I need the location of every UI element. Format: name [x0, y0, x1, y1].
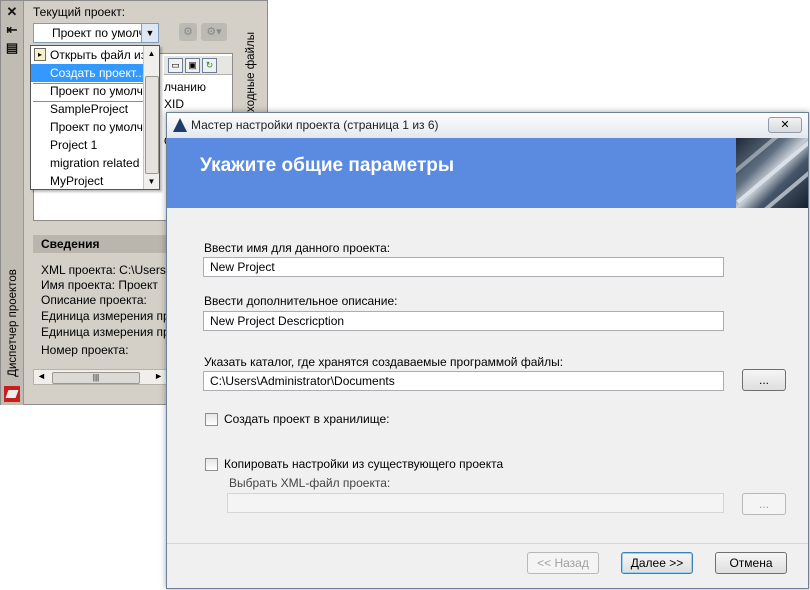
project-name-label: Ввести имя для данного проекта: [204, 241, 391, 255]
details-header: Сведения [33, 235, 167, 253]
project-setup-wizard-dialog: Мастер настройки проекта (страница 1 из … [166, 112, 809, 589]
browse-xml-button[interactable]: ... [742, 493, 786, 515]
details-body: XML проекта: C:\Users Имя проекта: Проек… [33, 255, 167, 367]
scroll-left-icon[interactable]: ◄ [37, 371, 46, 381]
description-label: Ввести дополнительное описание: [204, 294, 398, 308]
banner-image [736, 138, 808, 208]
xml-file-input[interactable] [227, 493, 724, 513]
tree-toolbar: ▭ ▣ ↻ [164, 56, 232, 75]
palette-title: Диспетчер проектов [7, 269, 19, 377]
back-button[interactable]: << Назад [527, 552, 599, 574]
vault-checkbox[interactable] [205, 413, 218, 426]
properties-icon[interactable]: ▤ [4, 40, 20, 56]
scroll-down-icon[interactable]: ▼ [144, 174, 159, 189]
app-logo-icon [4, 386, 20, 402]
dropdown-item-open-file[interactable]: ▸ Открыть файл из [31, 46, 143, 64]
footer-divider [167, 543, 808, 544]
wizard-banner: Укажите общие параметры [167, 138, 808, 208]
next-button[interactable]: Далее >> [621, 552, 693, 574]
current-project-combobox[interactable]: Проект по умолч ▼ [33, 23, 159, 43]
folder-label: Указать каталог, где хранятся создаваемы… [204, 355, 564, 369]
copy-icon[interactable]: ▣ [185, 58, 200, 73]
close-icon[interactable]: ✕ [4, 4, 20, 20]
close-button[interactable]: ✕ [768, 117, 802, 133]
dropdown-item[interactable]: Проект по умолч [31, 118, 143, 136]
description-input[interactable]: New Project Descricption [203, 311, 724, 331]
copy-settings-label[interactable]: Копировать настройки из существующего пр… [224, 457, 503, 471]
dropdown-item[interactable]: Project 1 [31, 136, 143, 154]
current-project-value: Проект по умолч [52, 26, 144, 40]
detail-row: XML проекта: C:\Users [41, 263, 166, 277]
xml-file-label: Выбрать XML-файл проекта: [229, 476, 391, 490]
autohide-icon[interactable]: ⇤ [4, 22, 20, 38]
dropdown-item[interactable]: SampleProject [31, 100, 143, 118]
scroll-right-icon[interactable]: ► [154, 371, 163, 381]
browse-folder-button[interactable]: ... [742, 369, 786, 391]
current-project-label: Текущий проект: [33, 5, 126, 19]
detail-row: Единица измерения пр [41, 309, 167, 323]
palette-title-strip: ✕ ⇤ ▤ Диспетчер проектов [1, 1, 24, 405]
dropdown-item[interactable]: Проект по умолч [31, 82, 143, 100]
app-icon [173, 118, 187, 132]
scroll-up-icon[interactable]: ▲ [144, 46, 159, 61]
page-heading: Укажите общие параметры [200, 155, 455, 176]
dropdown-scrollbar[interactable]: ▲ ▼ [143, 46, 159, 189]
detail-row: Описание проекта: [41, 293, 147, 307]
settings-dropdown-icon[interactable]: ⚙▾ [201, 23, 227, 41]
details-scrollbar[interactable]: ◄ ||| ► [33, 369, 167, 385]
folder-icon[interactable]: ▭ [168, 58, 183, 73]
gear-icon[interactable]: ⚙ [179, 23, 197, 41]
copy-settings-checkbox[interactable] [205, 458, 218, 471]
cancel-button[interactable]: Отмена [715, 552, 787, 574]
open-file-icon: ▸ [34, 48, 46, 61]
scrollbar-thumb[interactable] [145, 76, 159, 174]
tree-item[interactable]: XID [164, 97, 184, 111]
dropdown-item-create-project[interactable]: Создать проект... [31, 64, 143, 82]
dropdown-item[interactable]: migration related [31, 154, 143, 172]
folder-input[interactable]: C:\Users\Administrator\Documents [203, 371, 724, 391]
scrollbar-thumb[interactable]: ||| [52, 372, 140, 384]
project-name-input[interactable]: New Project [203, 257, 724, 277]
dialog-title: Мастер настройки проекта (страница 1 из … [191, 118, 439, 132]
detail-row: Единица измерения пр [41, 325, 167, 339]
vault-checkbox-label[interactable]: Создать проект в хранилище: [224, 412, 390, 426]
chevron-down-icon[interactable]: ▼ [141, 24, 158, 42]
dropdown-item[interactable]: MyProject [31, 172, 143, 190]
tree-item[interactable]: лчанию [164, 80, 206, 94]
refresh-icon[interactable]: ↻ [202, 58, 217, 73]
dialog-titlebar[interactable]: Мастер настройки проекта (страница 1 из … [167, 113, 808, 139]
detail-row: Имя проекта: Проект [41, 278, 158, 292]
detail-row: Номер проекта: [41, 343, 129, 357]
project-dropdown-list: ▸ Открыть файл из Создать проект... Прое… [30, 45, 160, 190]
